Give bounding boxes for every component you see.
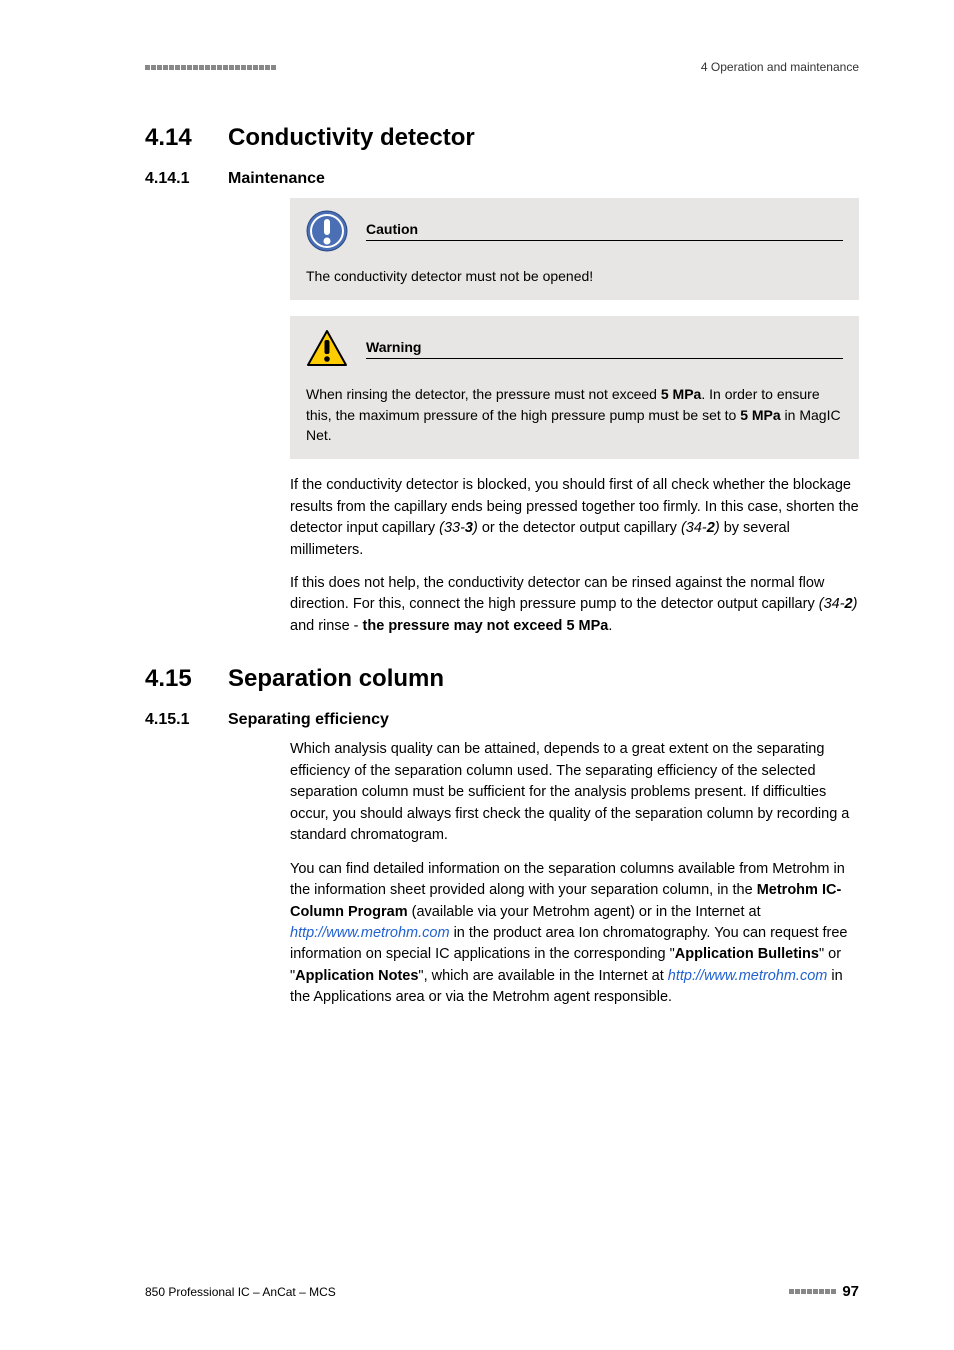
footer-squares: [789, 1289, 836, 1294]
section-number: 4.14: [145, 124, 200, 152]
caution-callout: Caution The conductivity detector must n…: [290, 198, 859, 300]
warning-title: Warning: [366, 339, 843, 359]
warning-body: When rinsing the detector, the pressure …: [306, 384, 843, 445]
caution-title: Caution: [366, 221, 843, 241]
header-chapter: 4 Operation and maintenance: [701, 60, 859, 74]
warning-icon: [306, 328, 348, 370]
paragraph-1: If the conductivity detector is blocked,…: [290, 475, 859, 561]
section-title: Conductivity detector: [228, 124, 475, 152]
page-number: 97: [842, 1283, 859, 1300]
subsection-number: 4.15.1: [145, 711, 200, 729]
page-header: 4 Operation and maintenance: [145, 60, 859, 74]
subsection-4141-heading: 4.14.1 Maintenance: [145, 170, 859, 188]
link-metrohm-1[interactable]: http://www.metrohm.com: [290, 925, 450, 941]
page-footer: 850 Professional IC – AnCat – MCS 97: [145, 1283, 859, 1300]
subsection-title: Maintenance: [228, 170, 325, 188]
paragraph-4: You can find detailed information on the…: [290, 859, 859, 1009]
paragraph-2: If this does not help, the conductivity …: [290, 573, 859, 637]
subsection-number: 4.14.1: [145, 170, 200, 188]
section-title: Separation column: [228, 665, 444, 693]
header-squares: [145, 65, 276, 70]
paragraph-3: Which analysis quality can be attained, …: [290, 739, 859, 846]
link-metrohm-2[interactable]: http://www.metrohm.com: [668, 968, 828, 984]
section-415-heading: 4.15 Separation column: [145, 665, 859, 693]
caution-body: The conductivity detector must not be op…: [306, 266, 843, 286]
warning-callout: Warning When rinsing the detector, the p…: [290, 316, 859, 459]
section-number: 4.15: [145, 665, 200, 693]
caution-icon: [306, 210, 348, 252]
footer-doc-title: 850 Professional IC – AnCat – MCS: [145, 1285, 336, 1299]
subsection-title: Separating efficiency: [228, 711, 389, 729]
section-414-heading: 4.14 Conductivity detector: [145, 124, 859, 152]
subsection-4151-heading: 4.15.1 Separating efficiency: [145, 711, 859, 729]
